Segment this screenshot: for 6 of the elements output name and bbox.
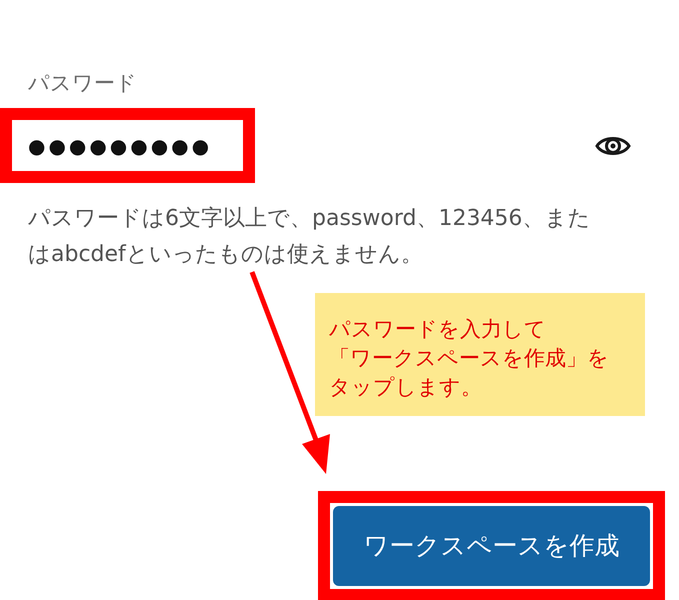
help-text: パスワードは6文字以上で、password、123456、またはabcdefといったものは使えません。 bbox=[28, 205, 592, 269]
create-workspace-button[interactable]: ワークスペースを作成 bbox=[333, 506, 650, 586]
callout-line: タップします。 bbox=[329, 374, 482, 401]
callout-line: 「ワークスペースを作成」を bbox=[329, 345, 609, 372]
callout-line: パスワードを入力して bbox=[329, 316, 546, 343]
field-label: パスワード bbox=[28, 70, 138, 97]
